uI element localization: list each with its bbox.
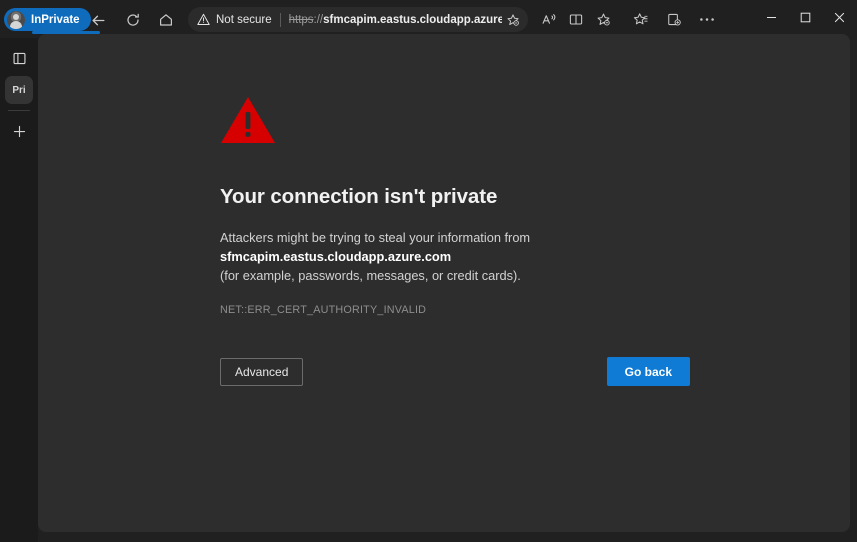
home-icon [160, 14, 172, 26]
read-aloud-icon[interactable] [536, 7, 562, 32]
warning-triangle-icon [197, 13, 210, 26]
url-scheme: https [288, 13, 314, 26]
description-prefix: Attackers might be trying to steal your … [220, 230, 531, 245]
person-icon [7, 10, 25, 29]
inprivate-tab-chip[interactable]: Pri [5, 76, 33, 104]
maximize-button[interactable] [788, 2, 822, 32]
inprivate-tab-chip-label: Pri [12, 84, 26, 96]
new-tab-icon[interactable] [5, 117, 33, 145]
button-row: Advanced Go back [220, 357, 690, 386]
go-back-button[interactable]: Go back [606, 357, 690, 386]
page-viewport: Your connection isn't private Attackers … [38, 34, 850, 532]
error-code: NET::ERR_CERT_AUTHORITY_INVALID [220, 304, 427, 316]
settings-ellipsis-icon[interactable] [694, 7, 720, 32]
security-status-label: Not secure [216, 13, 272, 26]
add-favorite-star-icon[interactable] [502, 9, 524, 31]
red-warning-triangle-icon [221, 97, 275, 143]
page-description: Attackers might be trying to steal your … [220, 228, 690, 285]
certificate-error-page: Your connection isn't private Attackers … [220, 95, 690, 386]
refresh-icon [127, 13, 139, 26]
url-separator: :// [313, 13, 324, 26]
address-separator [279, 12, 281, 27]
minimize-button[interactable] [754, 2, 788, 32]
vertical-tab-sidebar: Pri [0, 38, 38, 542]
browser-window: InPrivate Not secure https://sfmcapim.ea… [0, 0, 857, 542]
favorites-icon[interactable] [628, 7, 654, 32]
arrow-left-icon [92, 15, 104, 25]
tab-actions-icon[interactable] [5, 44, 33, 72]
collections-icon[interactable] [661, 7, 687, 32]
page-title: Your connection isn't private [220, 185, 498, 208]
url-host: sfmcapim.eastus.cloudapp.azure.com [323, 13, 502, 26]
title-bar: InPrivate Not secure https://sfmcapim.ea… [0, 0, 857, 38]
back-button[interactable] [84, 6, 112, 34]
close-button[interactable] [822, 2, 856, 32]
advanced-button[interactable]: Advanced [220, 358, 304, 386]
url-text: https://sfmcapim.eastus.cloudapp.azure.c… [289, 14, 502, 26]
home-button[interactable] [152, 6, 180, 34]
inprivate-label: InPrivate [31, 13, 80, 26]
add-favorite-icon[interactable] [590, 7, 616, 32]
split-screen-icon[interactable] [563, 7, 589, 32]
refresh-button[interactable] [119, 6, 147, 34]
description-domain: sfmcapim.eastus.cloudapp.azure.com [220, 249, 452, 264]
inprivate-profile-pill[interactable]: InPrivate [4, 8, 91, 31]
address-bar[interactable]: Not secure https://sfmcapim.eastus.cloud… [188, 7, 528, 32]
description-suffix: (for example, passwords, messages, or cr… [220, 268, 521, 283]
sidebar-divider [8, 110, 30, 111]
